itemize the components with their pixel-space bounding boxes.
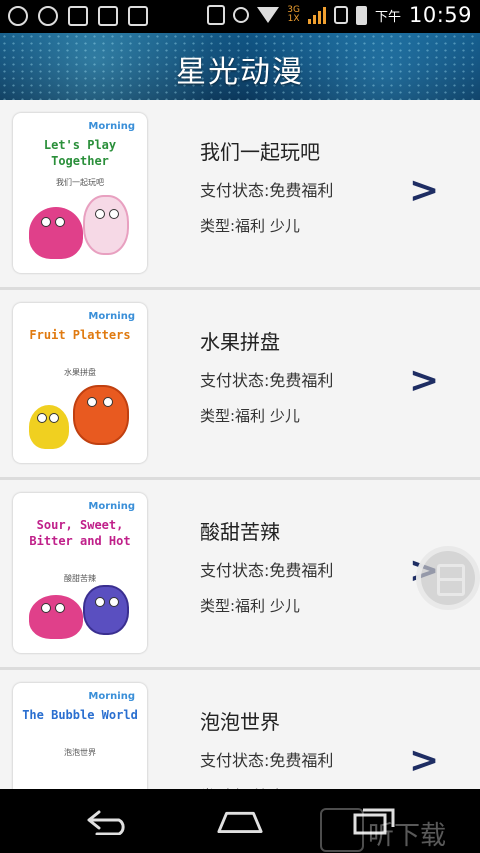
- cover-image[interactable]: Morning Sour, Sweet, Bitter and Hot 酸甜苦辣: [13, 493, 147, 653]
- item-type: 类型:福利 少儿: [200, 217, 300, 235]
- status-right: 3G 1X 下午 10:59: [207, 3, 472, 27]
- cover-illustration: [23, 191, 137, 259]
- item-pay-status: 支付状态:免费福利: [200, 751, 334, 770]
- signal-icon: [307, 6, 326, 24]
- mute-icon: [233, 7, 250, 23]
- cover-subtitle: 泡泡世界: [64, 748, 96, 757]
- network-type: 3G 1X: [287, 5, 300, 24]
- sim-icon: [333, 6, 348, 24]
- cover-brand: Morning: [88, 691, 135, 702]
- comic-list[interactable]: Morning Let's Play Together 我们一起玩吧 我们一起玩…: [0, 100, 480, 789]
- chevron-right-icon[interactable]: >: [409, 740, 439, 781]
- item-title: 泡泡世界: [200, 710, 280, 734]
- cover-image[interactable]: Morning The Bubble World 泡泡世界: [13, 683, 147, 789]
- item-title: 我们一起玩吧: [200, 140, 320, 164]
- cover-brand: Morning: [88, 121, 135, 132]
- cover-illustration: [23, 381, 137, 449]
- picture-notification-icon: [128, 6, 148, 26]
- wifi-icon: [257, 7, 280, 23]
- clock: 10:59: [408, 3, 472, 27]
- list-item[interactable]: Morning Let's Play Together 我们一起玩吧 我们一起玩…: [0, 100, 480, 290]
- back-icon: [87, 810, 125, 835]
- item-title: 水果拼盘: [200, 330, 280, 354]
- back-button[interactable]: [84, 805, 132, 839]
- notification-icons: [8, 6, 148, 26]
- page-title: 星光动漫: [176, 55, 304, 90]
- cover-image[interactable]: Morning Fruit Platters 水果拼盘: [13, 303, 147, 463]
- ampm: 下午: [374, 9, 401, 25]
- app-notification-icon: [38, 6, 58, 26]
- gallery-notification-icon: [98, 6, 118, 26]
- floating-menu-button[interactable]: [416, 546, 480, 610]
- home-button[interactable]: [216, 805, 264, 839]
- watermark-logo-icon: [320, 808, 364, 852]
- cover-title: Let's Play Together: [43, 138, 117, 168]
- item-pay-status: 支付状态:免费福利: [200, 181, 334, 200]
- chevron-right-icon[interactable]: >: [409, 170, 439, 211]
- item-pay-status: 支付状态:免费福利: [200, 371, 334, 390]
- list-item[interactable]: Morning The Bubble World 泡泡世界 泡泡世界 支付状态:…: [0, 670, 480, 789]
- cover-subtitle: 水果拼盘: [64, 368, 96, 377]
- item-type: 类型:福利 少儿: [200, 597, 300, 615]
- cover-illustration: [23, 583, 137, 639]
- battery-icon: [355, 5, 367, 25]
- chevron-right-icon[interactable]: >: [409, 360, 439, 401]
- cover-title: Fruit Platters: [29, 328, 131, 342]
- floating-menu-icon: [437, 564, 465, 596]
- item-pay-status: 支付状态:免费福利: [200, 561, 334, 580]
- cover-title: The Bubble World: [22, 708, 138, 722]
- watermark-text: 听下载: [368, 821, 447, 851]
- list-item[interactable]: Morning Sour, Sweet, Bitter and Hot 酸甜苦辣…: [0, 480, 480, 670]
- item-type: 类型:福利 少儿: [200, 407, 300, 425]
- cover-brand: Morning: [88, 501, 135, 512]
- cover-subtitle: 我们一起玩吧: [56, 178, 104, 187]
- item-title: 酸甜苦辣: [200, 520, 280, 544]
- cover-image[interactable]: Morning Let's Play Together 我们一起玩吧: [13, 113, 147, 273]
- app-header: 星光动漫: [0, 33, 480, 100]
- cover-brand: Morning: [88, 311, 135, 322]
- image-notification-icon: [68, 6, 88, 26]
- home-icon: [217, 811, 263, 834]
- nfc-icon: [207, 5, 226, 25]
- cover-title: Sour, Sweet, Bitter and Hot: [29, 518, 131, 548]
- list-item[interactable]: Morning Fruit Platters 水果拼盘 水果拼盘 支付状态:免费…: [0, 290, 480, 480]
- status-bar: 3G 1X 下午 10:59: [0, 0, 480, 33]
- search-notification-icon: [8, 6, 28, 26]
